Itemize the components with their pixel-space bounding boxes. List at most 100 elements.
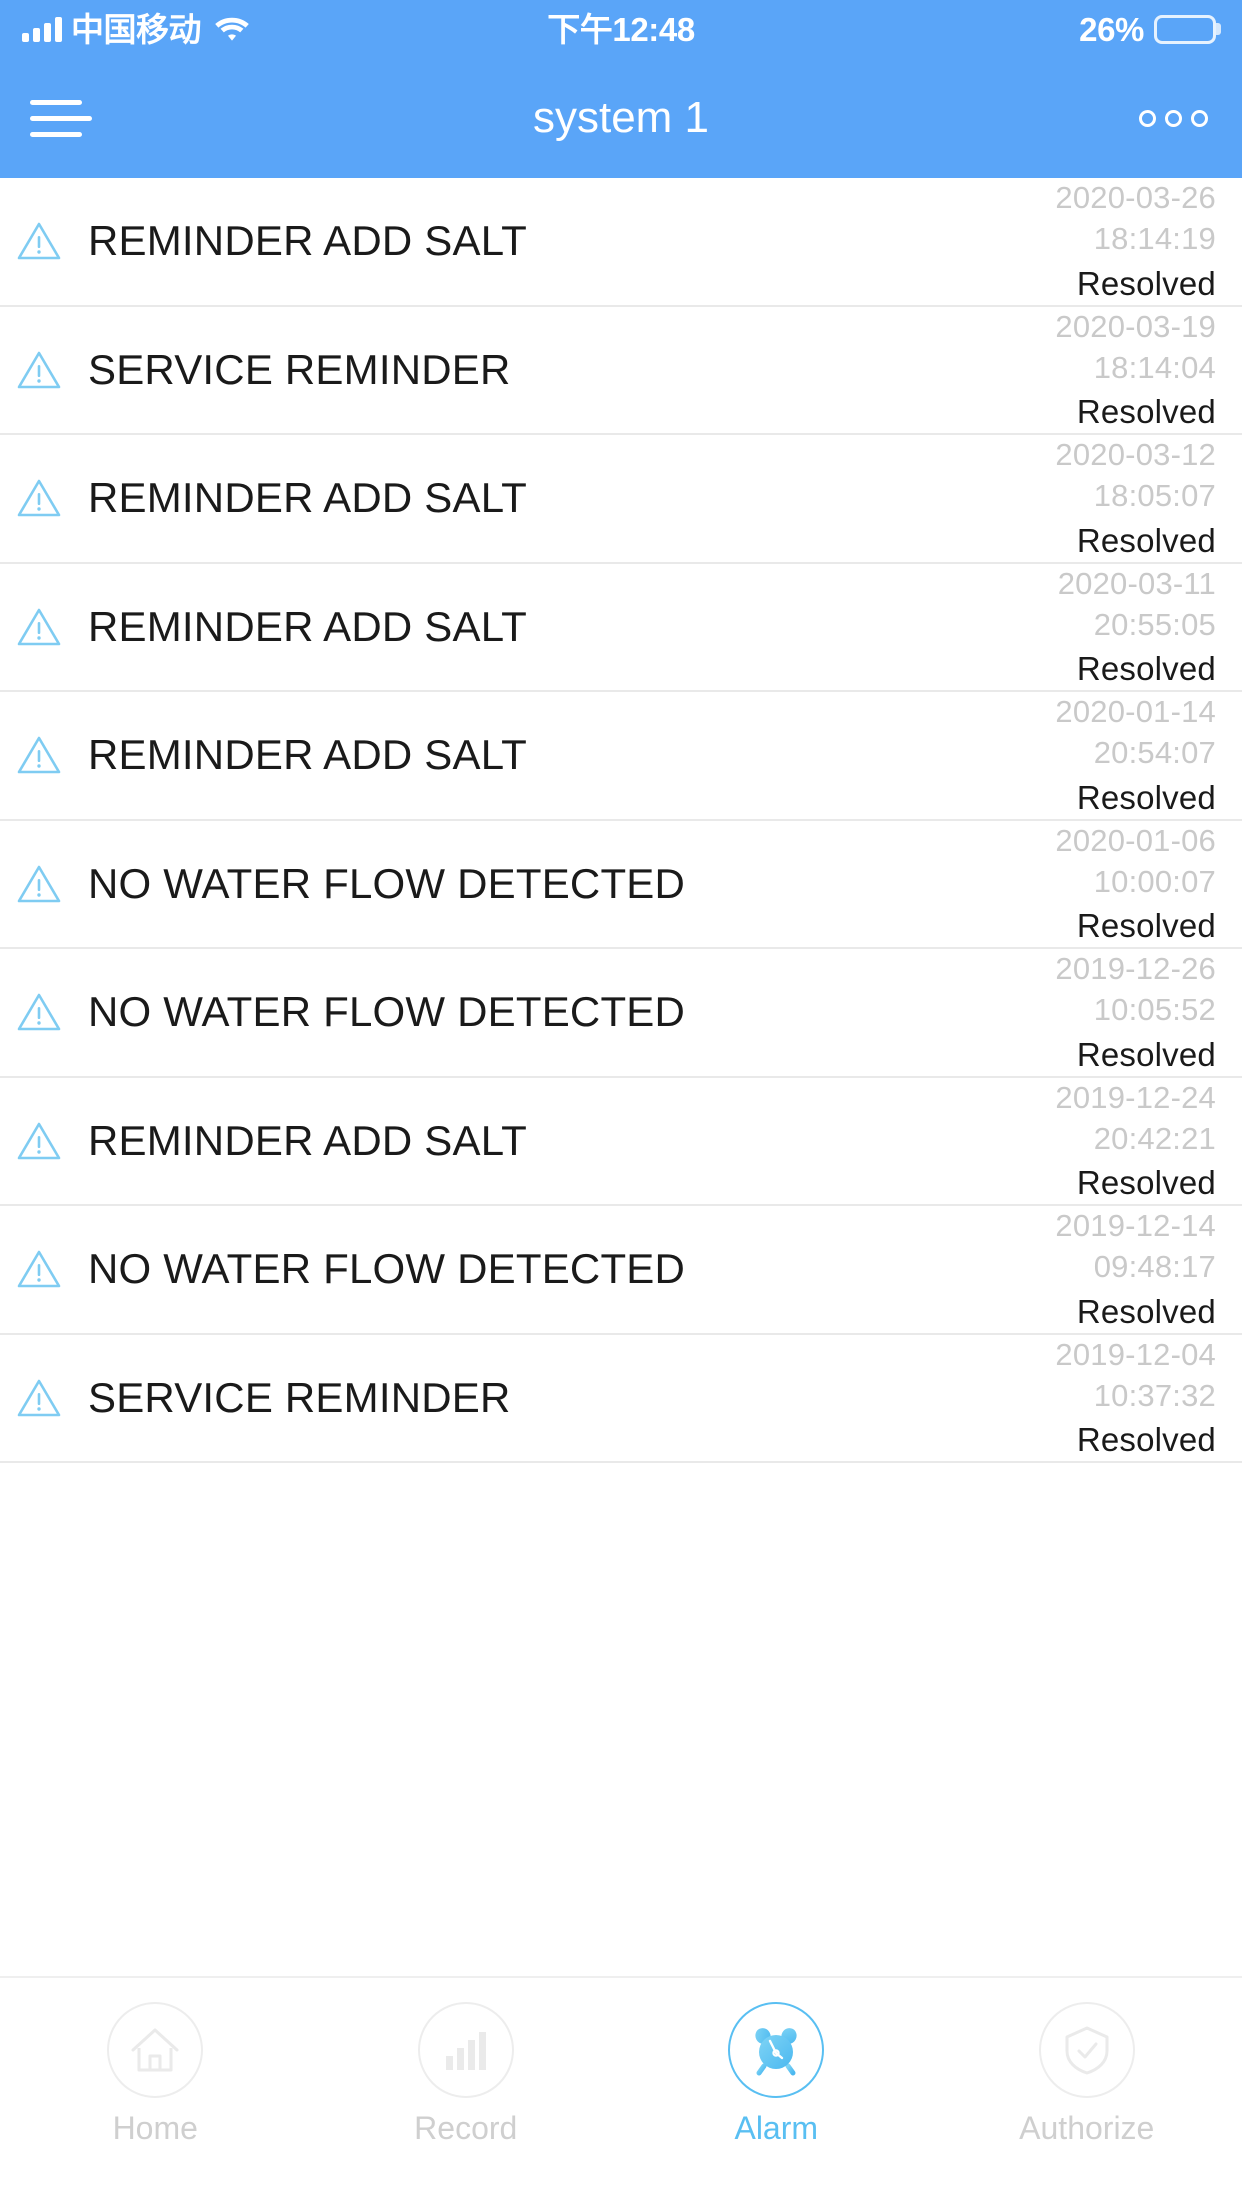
alarm-clock-icon bbox=[755, 2028, 797, 2076]
tab-authorize[interactable]: Authorize bbox=[932, 2002, 1242, 2144]
alarm-date: 2019-12-24 bbox=[1055, 1079, 1216, 1115]
alarm-title: REMINDER ADD SALT bbox=[88, 731, 528, 779]
shield-check-icon bbox=[1065, 2026, 1109, 2075]
alarm-title: SERVICE REMINDER bbox=[88, 1373, 511, 1421]
tab-label: Authorize bbox=[1019, 2110, 1155, 2146]
alarm-date: 2020-01-14 bbox=[1055, 694, 1216, 730]
alarm-title: SERVICE REMINDER bbox=[88, 345, 511, 393]
warning-triangle-icon bbox=[17, 351, 61, 389]
tab-record[interactable]: Record bbox=[311, 2002, 622, 2144]
alarm-date: 2020-03-19 bbox=[1055, 308, 1216, 344]
alarm-meta: 2020-01-14 20:54:07 Resolved bbox=[1055, 692, 1216, 818]
alarm-title: REMINDER ADD SALT bbox=[88, 1116, 528, 1164]
hamburger-menu-icon[interactable] bbox=[22, 82, 94, 154]
alarm-time: 10:05:52 bbox=[1093, 992, 1216, 1028]
warning-triangle-icon bbox=[17, 1379, 61, 1417]
bottom-tab-bar[interactable]: Home Record Alarm Authorize bbox=[0, 1976, 1242, 2208]
alarm-row[interactable]: REMINDER ADD SALT 2020-03-11 20:55:05 Resol… bbox=[0, 563, 1242, 692]
alarm-row[interactable]: NO WATER FLOW DETECTED 2019-12-26 10:05:52… bbox=[0, 949, 1242, 1078]
signal-bars-icon bbox=[22, 16, 62, 42]
battery-percentage-label: 26% bbox=[1079, 10, 1144, 48]
alarm-title: REMINDER ADD SALT bbox=[88, 602, 528, 650]
alarm-time: 10:00:07 bbox=[1093, 863, 1216, 899]
app-header: system 1 bbox=[0, 58, 1242, 178]
warning-triangle-icon bbox=[17, 222, 61, 260]
alarm-meta: 2019-12-04 10:37:32 Resolved bbox=[1055, 1335, 1216, 1461]
alarm-status: Resolved bbox=[1076, 1164, 1216, 1201]
alarm-date: 2020-03-12 bbox=[1055, 437, 1216, 473]
alarm-meta: 2020-03-12 18:05:07 Resolved bbox=[1055, 435, 1216, 561]
alarm-row[interactable]: REMINDER ADD SALT 2019-12-24 20:42:21 Resol… bbox=[0, 1077, 1242, 1206]
alarm-date: 2020-03-11 bbox=[1057, 565, 1216, 601]
alarm-title: NO WATER FLOW DETECTED bbox=[88, 988, 686, 1036]
alarm-status: Resolved bbox=[1076, 1035, 1216, 1073]
tab-alarm[interactable]: Alarm bbox=[621, 2002, 932, 2144]
warning-triangle-icon bbox=[17, 865, 61, 903]
warning-triangle-icon bbox=[17, 993, 61, 1031]
page-title: system 1 bbox=[532, 93, 710, 142]
alarm-title: NO WATER FLOW DETECTED bbox=[88, 1245, 686, 1293]
alarm-meta: 2019-12-26 10:05:52 Resolved bbox=[1055, 949, 1216, 1075]
alarm-time: 10:37:32 bbox=[1093, 1377, 1216, 1413]
tab-icon-circle bbox=[1038, 2002, 1135, 2098]
tab-label: Record bbox=[414, 2110, 518, 2146]
warning-triangle-icon bbox=[17, 608, 61, 646]
alarm-title: REMINDER ADD SALT bbox=[88, 217, 528, 265]
status-bar-left: 中国移动 bbox=[22, 13, 250, 46]
alarm-time: 09:48:17 bbox=[1093, 1249, 1216, 1285]
tab-label: Alarm bbox=[734, 2110, 819, 2146]
alarm-meta: 2019-12-24 20:42:21 Resolved bbox=[1055, 1078, 1216, 1204]
alarm-meta: 2020-03-26 18:14:19 Resolved bbox=[1055, 178, 1216, 304]
home-icon bbox=[131, 2028, 179, 2072]
warning-triangle-icon bbox=[17, 1122, 61, 1160]
alarm-meta: 2020-03-11 20:55:05 Resolved bbox=[1058, 564, 1216, 690]
carrier-label: 中国移动 bbox=[71, 10, 202, 48]
alarm-meta: 2020-03-19 18:14:04 Resolved bbox=[1055, 307, 1216, 433]
alarm-status: Resolved bbox=[1076, 650, 1216, 687]
wifi-icon bbox=[215, 17, 249, 41]
tab-label: Home bbox=[112, 2110, 198, 2146]
alarm-status: Resolved bbox=[1076, 778, 1216, 816]
alarm-meta: 2020-01-06 10:00:07 Resolved bbox=[1055, 821, 1216, 947]
alarm-meta: 2019-12-14 09:48:17 Resolved bbox=[1055, 1206, 1216, 1332]
tab-icon-circle bbox=[107, 2002, 204, 2098]
tab-home[interactable]: Home bbox=[0, 2002, 311, 2144]
app-screen: 中国移动 下午12:48 26% system 1 REMINDER ADD S bbox=[0, 0, 1242, 2208]
battery-icon bbox=[1154, 14, 1216, 44]
warning-triangle-icon bbox=[17, 479, 61, 517]
alarm-row[interactable]: NO WATER FLOW DETECTED 2019-12-14 09:48:17… bbox=[0, 1206, 1242, 1335]
alarm-status: Resolved bbox=[1076, 1421, 1216, 1458]
alarm-time: 18:14:04 bbox=[1093, 349, 1216, 385]
alarm-title: REMINDER ADD SALT bbox=[88, 474, 528, 522]
alarm-time: 20:54:07 bbox=[1093, 735, 1216, 771]
alarm-date: 2020-03-26 bbox=[1055, 180, 1216, 216]
tab-icon-circle bbox=[417, 2002, 514, 2098]
alarm-time: 18:05:07 bbox=[1093, 478, 1216, 514]
alarm-date: 2020-01-06 bbox=[1055, 822, 1216, 858]
alarm-row[interactable]: REMINDER ADD SALT 2020-03-26 18:14:19 Resol… bbox=[0, 178, 1242, 307]
alarm-status: Resolved bbox=[1076, 393, 1216, 430]
alarm-row[interactable]: SERVICE REMINDER 2019-12-04 10:37:32 Resolv… bbox=[0, 1334, 1242, 1463]
alarm-list[interactable]: REMINDER ADD SALT 2020-03-26 18:14:19 Resol… bbox=[0, 178, 1242, 1976]
tab-icon-circle bbox=[728, 2002, 825, 2098]
alarm-status: Resolved bbox=[1076, 907, 1216, 944]
alarm-status: Resolved bbox=[1076, 264, 1216, 302]
alarm-date: 2019-12-14 bbox=[1055, 1208, 1216, 1244]
status-bar-clock: 下午12:48 bbox=[547, 10, 695, 48]
alarm-row[interactable]: NO WATER FLOW DETECTED 2020-01-06 10:00:07… bbox=[0, 820, 1242, 949]
more-options-icon[interactable] bbox=[1139, 109, 1208, 127]
alarm-status: Resolved bbox=[1076, 521, 1216, 559]
alarm-date: 2019-12-26 bbox=[1055, 951, 1216, 987]
bar-chart-icon bbox=[445, 2032, 486, 2070]
alarm-time: 20:55:05 bbox=[1093, 606, 1216, 642]
alarm-status: Resolved bbox=[1076, 1292, 1216, 1330]
alarm-row[interactable]: SERVICE REMINDER 2020-03-19 18:14:04 Resolv… bbox=[0, 306, 1242, 435]
warning-triangle-icon bbox=[17, 736, 61, 774]
alarm-date: 2019-12-04 bbox=[1055, 1336, 1216, 1372]
status-bar-right: 26% bbox=[1079, 13, 1216, 46]
alarm-row[interactable]: REMINDER ADD SALT 2020-03-12 18:05:07 Resol… bbox=[0, 435, 1242, 564]
alarm-row[interactable]: REMINDER ADD SALT 2020-01-14 20:54:07 Resol… bbox=[0, 692, 1242, 821]
warning-triangle-icon bbox=[17, 1250, 61, 1288]
alarm-title: NO WATER FLOW DETECTED bbox=[88, 859, 686, 907]
alarm-time: 18:14:19 bbox=[1093, 221, 1216, 257]
